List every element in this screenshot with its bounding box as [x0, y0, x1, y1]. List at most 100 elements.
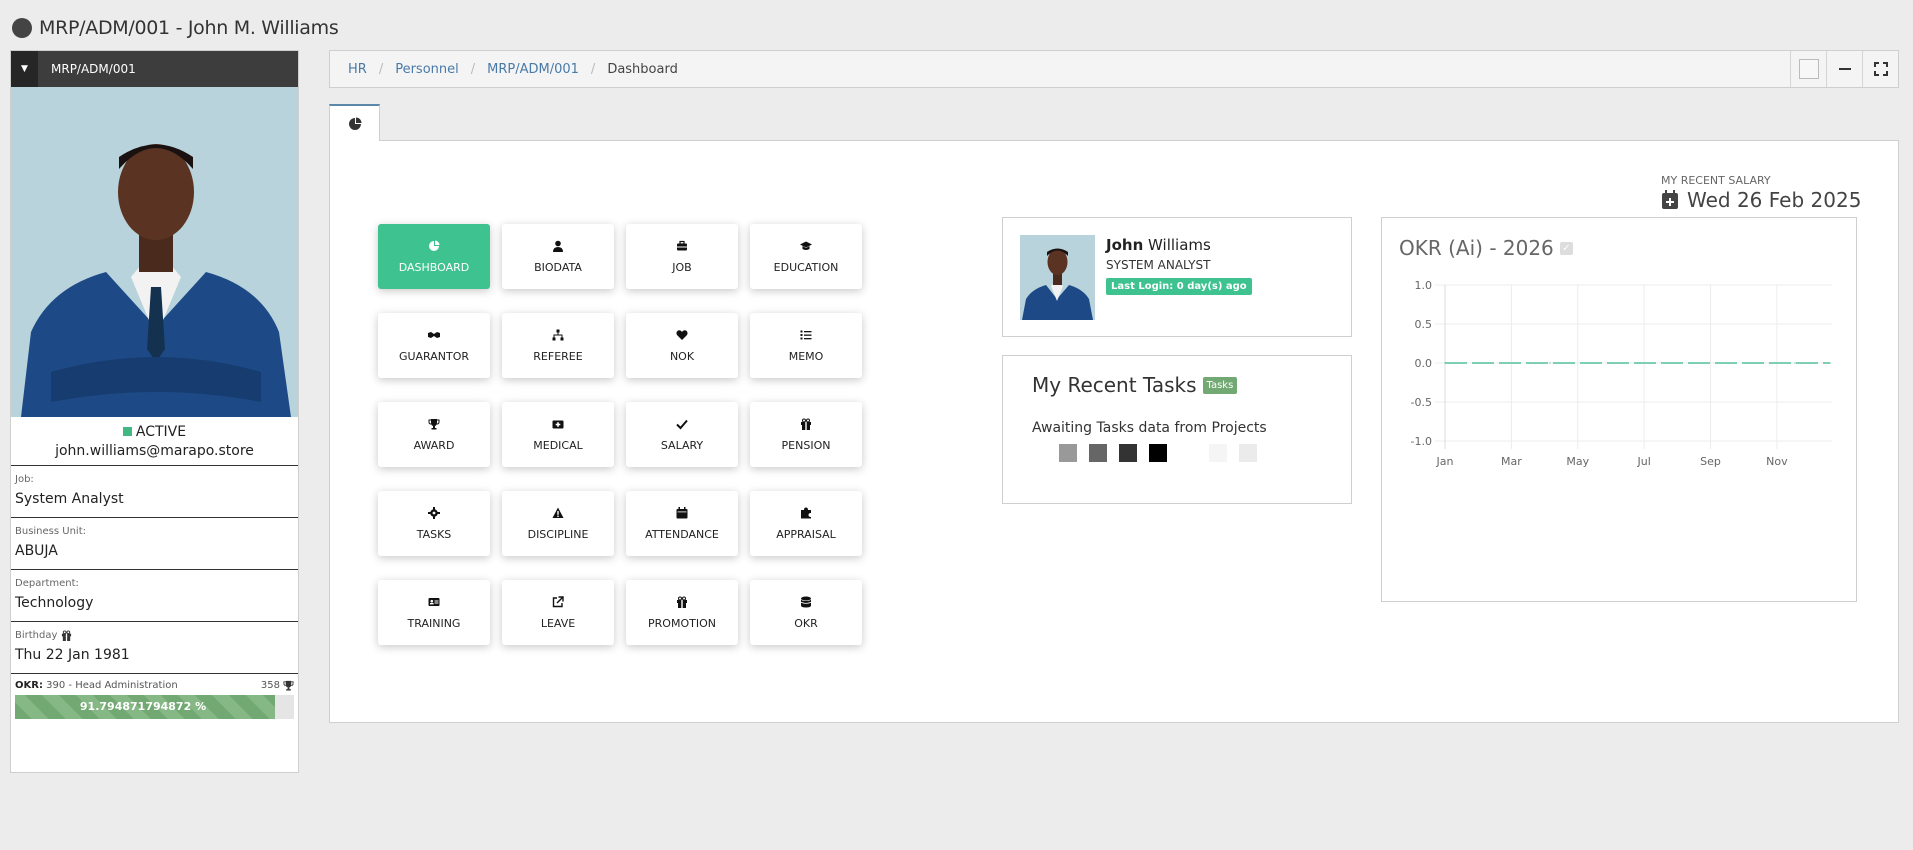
tile-attendance[interactable]: ATTENDANCE	[626, 491, 738, 556]
checkbox-button[interactable]	[1790, 51, 1826, 87]
data-point	[1829, 362, 1831, 364]
list-icon	[800, 329, 812, 350]
handshake-icon	[428, 329, 440, 350]
breadcrumb-hr[interactable]: HR	[348, 62, 367, 77]
user-card: John Williams SYSTEM ANALYST Last Login:…	[1002, 217, 1352, 337]
tile-nok[interactable]: NOK	[626, 313, 738, 378]
tile-medical[interactable]: MEDICAL	[502, 402, 614, 467]
data-point	[1654, 362, 1656, 364]
tile-dashboard[interactable]: DASHBOARD	[378, 224, 490, 289]
recent-salary: MY RECENT SALARY Wed 26 Feb 2025	[1661, 174, 1861, 212]
tile-tasks[interactable]: TASKS	[378, 491, 490, 556]
tile-label: ATTENDANCE	[645, 527, 719, 541]
tile-label: AWARD	[413, 438, 455, 452]
graduation-cap-icon	[800, 240, 812, 261]
okr-info: OKR: 390 - Head Administration	[15, 680, 178, 691]
data-point	[1759, 362, 1761, 364]
tile-label: LEAVE	[540, 616, 576, 630]
user-name: John Williams	[1106, 236, 1211, 254]
minimize-button[interactable]	[1826, 51, 1862, 87]
tile-okr[interactable]: OKR	[750, 580, 862, 645]
color-swatch	[1089, 444, 1107, 462]
breadcrumb-separator: /	[378, 61, 384, 77]
y-tick-label: 0.0	[1415, 357, 1433, 370]
birthday-label: Birthday	[15, 630, 58, 641]
user-job: SYSTEM ANALYST	[1106, 258, 1211, 272]
data-point	[1794, 362, 1796, 364]
tab-dashboard[interactable]	[329, 104, 380, 141]
user-icon	[552, 240, 564, 261]
job-value: System Analyst	[15, 491, 124, 507]
department-value: Technology	[15, 595, 94, 611]
y-tick-label: 0.5	[1415, 318, 1433, 331]
trophy-icon	[283, 680, 294, 691]
data-point	[1724, 362, 1726, 364]
tile-memo[interactable]: MEMO	[750, 313, 862, 378]
x-tick-label: Sep	[1700, 455, 1721, 468]
recent-tasks-heading: My Recent Tasks Tasks	[1032, 373, 1238, 397]
tile-label: MEDICAL	[533, 438, 583, 452]
y-tick-label: 1.0	[1415, 279, 1433, 292]
x-tick-label: Jul	[1636, 455, 1650, 468]
fullscreen-button[interactable]	[1862, 51, 1898, 87]
caret-down-icon: ▼	[21, 64, 28, 74]
profile-photo	[11, 87, 298, 417]
tasks-badge[interactable]: Tasks	[1202, 376, 1238, 394]
puzzle-icon	[800, 507, 812, 528]
tile-leave[interactable]: LEAVE	[502, 580, 614, 645]
color-swatch	[1179, 444, 1197, 462]
tile-label: MEMO	[788, 349, 824, 363]
color-swatch	[1209, 444, 1227, 462]
tile-label: DASHBOARD	[398, 260, 470, 274]
tile-job[interactable]: JOB	[626, 224, 738, 289]
business-unit-row: Business Unit: ABUJA	[11, 518, 298, 570]
data-point	[1444, 362, 1446, 364]
tile-label: PENSION	[781, 438, 831, 452]
recent-salary-label: MY RECENT SALARY	[1661, 174, 1771, 187]
profile-dropdown-button[interactable]: ▼	[11, 51, 38, 87]
job-row: Job: System Analyst	[11, 466, 298, 518]
tile-discipline[interactable]: DISCIPLINE	[502, 491, 614, 556]
okr-progress-bar: 91.794871794872 %	[15, 695, 294, 719]
heart-icon	[676, 329, 688, 350]
pie-chart-icon	[348, 117, 361, 130]
user-first-name: John	[1106, 236, 1144, 254]
okr-chart: 1.0 0.5 0.0 -0.5 -1.0 Jan Mar May Jul Sep Nov	[1411, 279, 1832, 468]
tile-label: EDUCATION	[773, 260, 839, 274]
job-label: Job:	[15, 474, 34, 485]
breadcrumb-current: Dashboard	[607, 61, 678, 77]
tile-appraisal[interactable]: APPRAISAL	[750, 491, 862, 556]
gift-icon	[800, 418, 812, 439]
tile-education[interactable]: EDUCATION	[750, 224, 862, 289]
user-last-name: Williams	[1148, 236, 1211, 254]
tile-label: GUARANTOR	[398, 349, 470, 363]
okr-chart-heading: OKR (Ai) - 2026 ✓	[1399, 236, 1573, 260]
department-label: Department:	[15, 578, 79, 589]
window-tools	[1790, 51, 1898, 87]
data-point	[1514, 362, 1516, 364]
breadcrumb-employee[interactable]: MRP/ADM/001	[487, 62, 579, 77]
breadcrumb-personnel[interactable]: Personnel	[395, 62, 459, 77]
tile-label: BIODATA	[534, 260, 582, 274]
tile-pension[interactable]: PENSION	[750, 402, 862, 467]
tile-award[interactable]: AWARD	[378, 402, 490, 467]
tile-biodata[interactable]: BIODATA	[502, 224, 614, 289]
okr-count-wrap: 358	[261, 680, 294, 691]
tile-label: JOB	[672, 260, 692, 274]
color-swatch	[1059, 444, 1077, 462]
tile-guarantor[interactable]: GUARANTOR	[378, 313, 490, 378]
tile-label: NOK	[669, 349, 695, 363]
tile-promotion[interactable]: PROMOTION	[626, 580, 738, 645]
color-swatch	[1239, 444, 1257, 462]
tile-salary[interactable]: SALARY	[626, 402, 738, 467]
birthday-row: Birthday Thu 22 Jan 1981	[11, 622, 298, 674]
profile-card: ▼ MRP/ADM/001 ACTIVE john.williams@marap…	[10, 50, 299, 773]
recent-tasks-card: My Recent Tasks Tasks Awaiting Tasks dat…	[1002, 355, 1352, 504]
tile-referee[interactable]: REFEREE	[502, 313, 614, 378]
checkbox-icon	[1798, 59, 1819, 79]
tile-training[interactable]: TRAINING	[378, 580, 490, 645]
page-header: MRP/ADM/001 - John M. Williams	[12, 15, 339, 41]
page-title: MRP/ADM/001 - John M. Williams	[39, 17, 339, 39]
okr-row: OKR: 390 - Head Administration 358 91.79…	[11, 674, 298, 725]
expand-icon	[1873, 62, 1888, 76]
